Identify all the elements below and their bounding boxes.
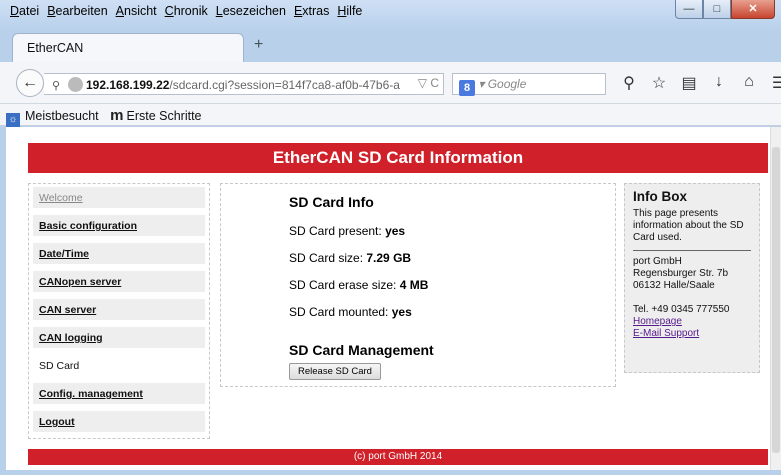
back-arrow-icon[interactable]: ← [16,69,44,97]
close-icon[interactable]: ✕ [731,0,775,19]
url-host: 192.168.199.22 [86,78,170,92]
maximize-icon[interactable]: □ [703,0,731,19]
sidebar-item-welcome[interactable]: Welcome [33,187,205,208]
sd-card-management-heading: SD Card Management [289,342,434,358]
sd-card-present-row: SD Card present: yes [289,224,615,239]
present-label: SD Card present: [289,224,382,238]
menu-chronik[interactable]: Chronik [161,4,212,18]
menu-extras[interactable]: Extras [290,4,333,18]
page-viewport: EtherCAN SD Card Information Welcome Bas… [6,127,770,470]
vertical-scrollbar[interactable] [770,127,781,470]
reload-icon[interactable]: ▽ C [418,76,439,90]
sidebar-nav: Welcome Basic configuration Date/Time CA… [28,183,210,439]
menu-bearbeiten[interactable]: Bearbeiten [43,4,111,18]
company-name: port GmbH [633,256,682,267]
menu-hilfe[interactable]: Hilfe [333,4,366,18]
sidebar-item-can-logging[interactable]: CAN logging [33,327,205,348]
menu-lesezeichen[interactable]: Lesezeichen [212,4,290,18]
url-path: /sdcard.cgi?session=814f7ca8-af0b-47b6-a [169,78,400,92]
email-support-link[interactable]: E-Mail Support [633,328,751,340]
size-label: SD Card size: [289,251,364,265]
minimize-icon[interactable]: — [675,0,703,19]
sd-card-info-heading: SD Card Info [289,194,374,210]
reading-list-icon[interactable]: ▤ [674,73,704,93]
url-bar[interactable]: ⚲ 192.168.199.22/sdcard.cgi?session=814f7… [44,73,444,95]
size-value: 7.29 GB [366,251,412,265]
window-buttons: — □ ✕ [675,0,775,19]
tab-ethercan[interactable]: EtherCAN [12,33,244,62]
sidebar-item-sd-card: SD Card [33,355,205,376]
bookmark-folder-icon: ☼ [6,113,20,127]
globe-icon [68,77,83,92]
present-value: yes [385,224,406,238]
menu-ansicht[interactable]: Ansicht [112,4,161,18]
sidebar-item-logout[interactable]: Logout [33,411,205,432]
company-city: 06132 Halle/Saale [633,280,715,291]
mounted-value: yes [391,305,412,319]
info-box-description: This page presents information about the… [633,208,751,251]
search-icon[interactable]: ⚲ [614,73,644,93]
sd-card-erase-size-row: SD Card erase size: 4 MB [289,278,615,293]
info-box: Info Box This page presents information … [624,183,760,373]
sd-card-info-panel: SD Card Info SD Card present: yes SD Car… [220,183,616,387]
sidebar-item-config-management[interactable]: Config. management [33,383,205,404]
sidebar-item-canopen-server[interactable]: CANopen server [33,271,205,292]
search-placeholder: Google [487,77,527,91]
menu-icon[interactable]: ☰ [764,73,781,93]
navigation-toolbar: ← ⚲ 192.168.199.22/sdcard.cgi?session=814… [0,62,781,104]
scrollbar-thumb[interactable] [772,147,780,453]
tab-strip: EtherCAN + [0,30,781,62]
erase-value: 4 MB [399,278,429,292]
page-title: EtherCAN SD Card Information [28,143,768,173]
sidebar-item-date-time[interactable]: Date/Time [33,243,205,264]
key-icon: ⚲ [52,80,61,92]
bookmark-meistbesucht[interactable]: Meistbesucht [25,109,99,123]
download-icon[interactable]: ↓ [704,73,734,93]
company-phone: Tel. +49 0345 777550 [633,304,730,315]
star-icon[interactable]: ☆ [644,73,674,93]
bookmarks-toolbar: ☼ Meistbesucht m Erste Schritte [0,104,781,127]
company-address: port GmbH Regensburger Str. 7b 06132 Hal… [633,256,751,292]
bookmark-erste-schritte[interactable]: Erste Schritte [126,109,201,123]
google-icon: 8 [459,80,475,96]
release-sd-card-button[interactable]: Release SD Card [289,363,381,380]
m-logo-icon: m [110,107,124,124]
home-icon[interactable]: ⌂ [734,73,764,93]
menu-datei[interactable]: Datei [6,4,43,18]
search-input[interactable]: 8 ▾ Google [452,73,606,96]
sidebar-item-can-server[interactable]: CAN server [33,299,205,320]
toolbar-icons: ⚲ ☆ ▤ ↓ ⌂ ☰ [614,73,781,93]
menu-bar: Datei Bearbeiten Ansicht Chronik Lesezei… [6,4,366,18]
new-tab-icon[interactable]: + [254,36,263,54]
sidebar-item-basic-configuration[interactable]: Basic configuration [33,215,205,236]
page-footer: (c) port GmbH 2014 [28,449,768,465]
window-titlebar: Datei Bearbeiten Ansicht Chronik Lesezei… [0,0,781,30]
erase-label: SD Card erase size: [289,278,397,292]
homepage-link[interactable]: Homepage [633,316,751,328]
mounted-label: SD Card mounted: [289,305,389,319]
sd-card-size-row: SD Card size: 7.29 GB [289,251,615,266]
company-street: Regensburger Str. 7b [633,268,729,279]
info-box-title: Info Box [633,189,687,204]
sd-card-mounted-row: SD Card mounted: yes [289,305,615,320]
